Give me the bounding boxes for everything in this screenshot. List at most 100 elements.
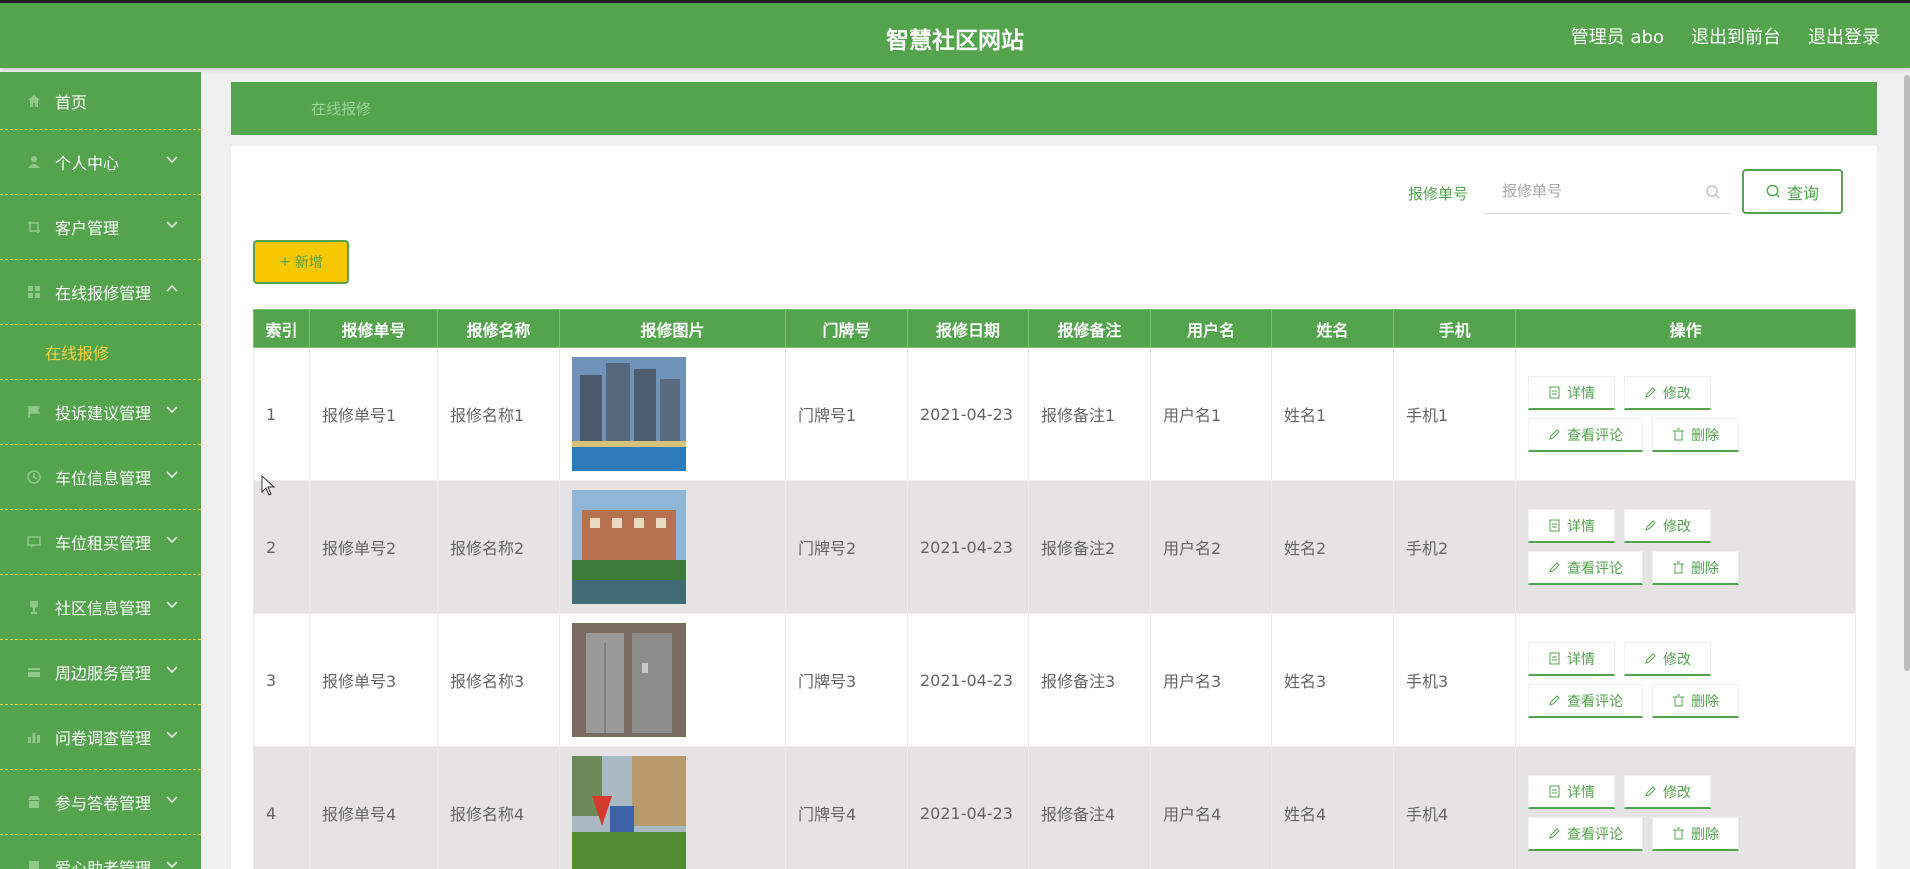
sidebar-item-elderly-care[interactable]: 爱心助老管理 <box>0 835 201 869</box>
table-row: 2 报修单号2 报修名称2 门牌号2 2021-04-23 报修备注2 用户名2… <box>253 480 1856 614</box>
chevron-down-icon <box>166 861 178 869</box>
sidebar: 首页 个人中心 客户管理 在线报修管理 在线报修 投诉建议管理 车位信息管理 车… <box>0 72 201 869</box>
column-header: 报修备注 <box>1028 309 1151 348</box>
document-icon <box>1549 652 1560 665</box>
delete-button[interactable]: 删除 <box>1652 418 1739 452</box>
mouse-cursor-icon <box>261 475 276 496</box>
repair-image[interactable] <box>572 756 686 869</box>
logout-link[interactable]: 退出登录 <box>1808 23 1880 49</box>
cell-ops: 详情 修改 查看评论 删除 <box>1515 746 1856 869</box>
search-input[interactable] <box>1484 171 1699 211</box>
back-to-front-link[interactable]: 退出到前台 <box>1691 23 1781 49</box>
edit-button-label: 修改 <box>1663 651 1691 668</box>
edit-button[interactable]: 修改 <box>1624 509 1711 543</box>
cell-realname: 姓名4 <box>1271 746 1394 869</box>
user-icon <box>27 155 41 169</box>
delete-button[interactable]: 删除 <box>1652 684 1739 718</box>
detail-button[interactable]: 详情 <box>1528 509 1615 543</box>
page-scrollbar[interactable] <box>1904 75 1910 671</box>
breadcrumb-current: 在线报修 <box>311 100 372 118</box>
chevron-down-icon <box>166 796 178 804</box>
sidebar-item-repair-management[interactable]: 在线报修管理 <box>0 260 201 325</box>
add-button[interactable]: + 新增 <box>253 240 349 284</box>
repair-image[interactable] <box>572 623 686 737</box>
detail-button[interactable]: 详情 <box>1528 775 1615 809</box>
trash-icon <box>1673 694 1684 707</box>
column-header: 用户名 <box>1150 309 1272 348</box>
sidebar-item-surveys[interactable]: 问卷调查管理 <box>0 705 201 770</box>
cell-repair-no: 报修单号3 <box>309 613 438 747</box>
edit-icon <box>1645 387 1656 398</box>
edit-button-label: 修改 <box>1663 385 1691 402</box>
edit-icon <box>1645 786 1656 797</box>
edit-button[interactable]: 修改 <box>1624 642 1711 676</box>
delete-button[interactable]: 删除 <box>1652 817 1739 851</box>
view-comments-button[interactable]: 查看评论 <box>1528 551 1643 585</box>
cell-repair-no: 报修单号4 <box>309 746 438 869</box>
repair-table: 索引 报修单号 报修名称 报修图片 门牌号 报修日期 报修备注 用户名 姓名 手… <box>253 309 1856 869</box>
add-button-label: 新增 <box>294 255 323 271</box>
sidebar-subitem-online-repair[interactable]: 在线报修 <box>0 325 201 380</box>
cell-index: 3 <box>253 613 310 747</box>
repair-image[interactable] <box>572 490 686 604</box>
cell-door-no: 门牌号3 <box>785 613 908 747</box>
document-icon <box>1549 785 1560 798</box>
detail-button-label: 详情 <box>1567 385 1595 402</box>
admin-label: 管理员 abo <box>1570 27 1664 48</box>
sidebar-item-parking-info[interactable]: 车位信息管理 <box>0 445 201 510</box>
view-comments-button-label: 查看评论 <box>1567 560 1623 577</box>
sidebar-item-answers[interactable]: 参与答卷管理 <box>0 770 201 835</box>
cell-phone: 手机1 <box>1393 347 1516 481</box>
detail-button-label: 详情 <box>1567 651 1595 668</box>
detail-button[interactable]: 详情 <box>1528 376 1615 410</box>
sidebar-item-personal[interactable]: 个人中心 <box>0 130 201 195</box>
grid-icon <box>27 285 41 299</box>
delete-button-label: 删除 <box>1691 826 1719 843</box>
delete-button[interactable]: 删除 <box>1652 551 1739 585</box>
query-button[interactable]: 查询 <box>1742 169 1843 214</box>
cell-username: 用户名3 <box>1150 613 1272 747</box>
cell-date: 2021-04-23 <box>907 746 1029 869</box>
cell-remark: 报修备注3 <box>1028 613 1151 747</box>
cell-username: 用户名1 <box>1150 347 1272 481</box>
table-row: 3 报修单号3 报修名称3 门牌号3 2021-04-23 报修备注3 用户名3… <box>253 613 1856 747</box>
cell-repair-image <box>559 613 786 747</box>
flag-icon <box>27 405 41 419</box>
chevron-down-icon <box>166 406 178 414</box>
sidebar-item-complaints[interactable]: 投诉建议管理 <box>0 380 201 445</box>
chevron-down-icon <box>166 156 178 164</box>
repair-image[interactable] <box>572 357 686 471</box>
chevron-down-icon <box>166 221 178 229</box>
edit-button-label: 修改 <box>1663 784 1691 801</box>
cell-phone: 手机3 <box>1393 613 1516 747</box>
search-icon <box>1766 184 1780 198</box>
cell-index: 4 <box>253 746 310 869</box>
edit-button[interactable]: 修改 <box>1624 775 1711 809</box>
edit-icon <box>1645 653 1656 664</box>
view-comments-button[interactable]: 查看评论 <box>1528 418 1643 452</box>
edit-button[interactable]: 修改 <box>1624 376 1711 410</box>
cell-username: 用户名2 <box>1150 480 1272 614</box>
delete-button-label: 删除 <box>1691 427 1719 444</box>
sidebar-item-nearby-services[interactable]: 周边服务管理 <box>0 640 201 705</box>
chevron-up-icon <box>166 284 178 292</box>
cell-repair-image <box>559 347 786 481</box>
detail-button[interactable]: 详情 <box>1528 642 1615 676</box>
chevron-down-icon <box>166 601 178 609</box>
cell-index: 1 <box>253 347 310 481</box>
sidebar-item-community-info[interactable]: 社区信息管理 <box>0 575 201 640</box>
edit-icon <box>1549 429 1560 440</box>
view-comments-button[interactable]: 查看评论 <box>1528 684 1643 718</box>
sidebar-item-parking-rent[interactable]: 车位租买管理 <box>0 510 201 575</box>
edit-button-label: 修改 <box>1663 518 1691 535</box>
cell-date: 2021-04-23 <box>907 347 1029 481</box>
query-button-label: 查询 <box>1786 183 1819 203</box>
edit-icon <box>1645 520 1656 531</box>
table-row: 1 报修单号1 报修名称1 门牌号1 2021-04-23 报修备注1 用户名1… <box>253 347 1856 481</box>
column-header: 报修名称 <box>437 309 560 348</box>
sidebar-item-home[interactable]: 首页 <box>0 72 201 130</box>
cell-ops: 详情 修改 查看评论 删除 <box>1515 347 1856 481</box>
cell-phone: 手机2 <box>1393 480 1516 614</box>
sidebar-item-customers[interactable]: 客户管理 <box>0 195 201 260</box>
view-comments-button[interactable]: 查看评论 <box>1528 817 1643 851</box>
